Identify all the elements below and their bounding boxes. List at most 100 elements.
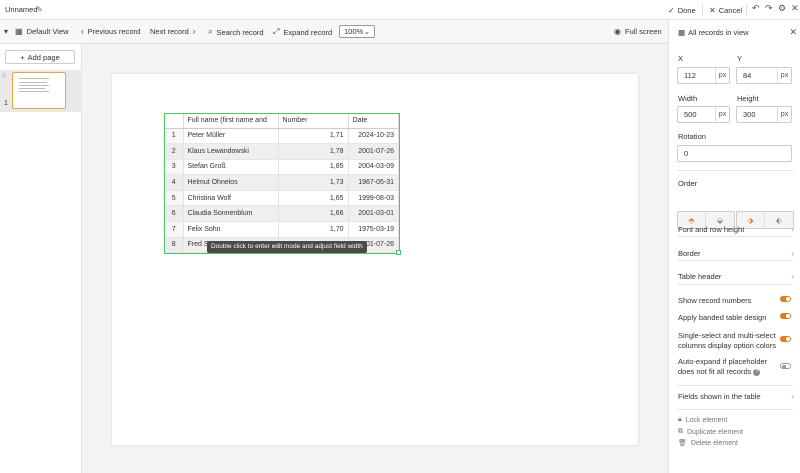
row-number: 8 [165,237,184,253]
trash-icon: 🗑︎ [678,440,687,447]
cell-date: 2001-03-01 [348,205,399,223]
page-item[interactable]: ⠿ 1 [0,70,82,112]
select-colors-toggle[interactable] [780,336,791,342]
divider [677,409,793,410]
pencil-icon[interactable]: ✎ [36,5,43,14]
zoom-select[interactable]: 100% ⌄ [339,25,375,38]
auto-expand-label: Auto-expand if placeholder does not fit … [678,357,768,376]
column-header-number[interactable]: Number [278,114,349,129]
cell-date: 1975-03-19 [348,221,399,238]
duplicate-element-button[interactable]: ⧉ Duplicate element [678,428,743,436]
lock-element-button[interactable]: 🔒︎ Lock element [678,416,727,424]
table-row[interactable]: 4 Helmut Ohnelos 1,73 1967-05-31 [165,174,399,191]
height-field[interactable]: 300 px [736,106,792,123]
full-screen-button[interactable]: ◉ Full screen [614,27,662,36]
font-row-height-section[interactable]: Font and row height › [678,225,794,234]
chevron-right-icon: › [791,225,794,234]
column-header-full-name[interactable]: Full name (first name and [183,114,279,129]
cell-number: 1,85 [278,159,349,176]
table-header-section[interactable]: Table header › [678,272,794,281]
rotation-label: Rotation [678,132,706,141]
document-title[interactable]: Unnamed [5,5,38,14]
banded-design-label: Apply banded table design [678,313,767,322]
cell-name: Claudia Sonnenblum [183,205,279,223]
banded-design-toggle[interactable] [780,313,791,319]
cell-number: 1,66 [278,205,349,223]
row-number: 4 [165,174,184,191]
width-field[interactable]: 500 px [677,106,730,123]
row-number: 5 [165,190,184,207]
eye-icon: ◉ [614,27,621,36]
table-row[interactable]: 2 Klaus Lewandowski 1,78 2001-07-26 [165,143,399,160]
undo-icon[interactable]: ↶ [752,3,760,14]
table-grid: Full name (first name and Number Date 1 … [165,114,399,253]
divider [677,284,793,285]
divider [746,4,747,16]
cell-date: 2001-07-26 [348,143,399,160]
table-row[interactable]: 3 Stefan Groß 1,85 2004-03-09 [165,159,399,176]
row-number-header [165,114,184,129]
page-thumbnail[interactable] [12,72,66,109]
collapse-arrow-icon[interactable]: ▾ [4,27,8,36]
chevron-right-icon: › [791,249,794,258]
close-panel-icon[interactable]: ✕ [789,27,797,38]
column-header-date[interactable]: Date [348,114,399,129]
select-colors-label: Single-select and multi-select columns d… [678,331,776,350]
cell-date: 2024-10-23 [348,128,399,145]
view-toolbar: ▾ ▦ Default View ‹ Previous record Next … [0,20,668,44]
previous-record-button[interactable]: ‹ Previous record [81,27,140,36]
order-label: Order [678,179,698,188]
view-selector[interactable]: ▦ Default View [15,27,69,36]
top-bar: Unnamed ✎ ✓ Done ✕ Cancel ↶ ↷ ⚙ ✕ [0,0,800,20]
close-window-icon[interactable]: ✕ [791,3,799,14]
rotation-field[interactable]: 0 [677,145,792,162]
records-table[interactable]: Full name (first name and Number Date 1 … [164,113,400,254]
gear-icon[interactable]: ⚙ [778,3,786,14]
x-field[interactable]: 112 px [677,67,730,84]
panel-title: All records in view [688,28,749,37]
x-label: X [678,54,684,63]
cell-name: Christina Wolf [183,190,279,207]
table-row[interactable]: 7 Felix Sohn 1,70 1975-03-19 [165,221,399,238]
height-label: Height [737,94,759,103]
fields-shown-section[interactable]: Fields shown in the table › [678,392,794,401]
auto-expand-toggle[interactable] [780,363,791,369]
lock-icon: 🔒︎ [678,416,682,423]
done-button[interactable]: ✓ Done [668,4,696,16]
next-record-button[interactable]: Next record › [150,27,195,36]
edit-mode-tooltip: Double click to enter edit mode and adju… [207,241,367,253]
delete-element-button[interactable]: 🗑︎ Delete element [678,439,738,448]
cell-number: 1,78 [278,143,349,160]
info-icon[interactable]: ? [753,368,761,376]
divider [677,170,793,171]
divider [677,385,793,386]
resize-handle[interactable] [396,250,401,255]
table-icon: ▦ [678,28,686,37]
expand-icon: ⤢ [273,27,280,36]
y-field[interactable]: 84 px [736,67,792,84]
table-row[interactable]: 6 Claudia Sonnenblum 1,66 2001-03-01 [165,205,399,223]
drag-handle-icon[interactable]: ⠿ [2,73,6,80]
add-page-button[interactable]: + Add page [5,50,75,64]
cell-name: Peter Müller [183,128,279,145]
chevron-left-icon: ‹ [81,27,84,36]
check-icon: ✓ [668,5,675,15]
cell-date: 1999-08-03 [348,190,399,207]
table-row[interactable]: 1 Peter Müller 1,71 2024-10-23 [165,128,399,145]
cell-name: Helmut Ohnelos [183,174,279,191]
redo-icon[interactable]: ↷ [765,3,773,14]
properties-panel: ▦ All records in view ✕ X Y 112 px 84 px… [668,20,800,473]
duplicate-icon: ⧉ [678,428,683,435]
pages-panel: + Add page ⠿ 1 [0,44,82,473]
table-row[interactable]: 5 Christina Wolf 1,65 1999-08-03 [165,190,399,207]
show-record-numbers-toggle[interactable] [780,296,791,302]
cell-number: 1,70 [278,221,349,238]
expand-record-button[interactable]: ⤢ Expand record [273,27,332,37]
divider [702,4,703,16]
plus-icon: + [20,52,25,62]
y-label: Y [737,54,743,63]
cell-number: 1,71 [278,128,349,145]
search-record-button[interactable]: ⌕ Search record [208,27,264,37]
border-section[interactable]: Border › [678,249,794,258]
cancel-button[interactable]: ✕ Cancel [709,4,742,16]
